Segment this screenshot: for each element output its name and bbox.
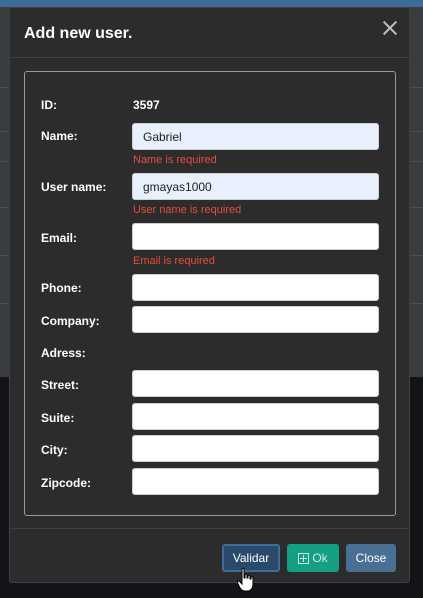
validate-button-label: Validar	[232, 551, 270, 565]
close-button[interactable]: Close	[346, 544, 396, 572]
phone-label: Phone:	[41, 281, 82, 295]
street-label: Street:	[41, 378, 80, 392]
email-error: Email is required	[133, 255, 215, 267]
modal-header: Add new user.	[10, 8, 409, 58]
ok-button-label: Ok	[312, 551, 328, 565]
name-label: Name:	[41, 129, 78, 143]
email-label: Email:	[41, 231, 78, 245]
phone-input[interactable]	[132, 274, 379, 301]
city-label: City:	[41, 443, 68, 457]
username-label: User name:	[41, 180, 107, 194]
id-label: ID:	[41, 98, 57, 112]
suite-input[interactable]	[132, 403, 379, 430]
company-input[interactable]	[132, 306, 379, 333]
zipcode-label: Zipcode:	[41, 476, 91, 490]
street-input[interactable]	[132, 370, 379, 397]
ok-button[interactable]: Ok	[287, 544, 339, 572]
close-icon[interactable]	[382, 20, 398, 36]
modal-title: Add new user.	[24, 25, 133, 42]
company-label: Company:	[41, 314, 100, 328]
city-input[interactable]	[132, 435, 379, 462]
id-value: 3597	[133, 98, 160, 112]
validate-button[interactable]: Validar	[222, 544, 280, 572]
user-form: ID: 3597 Name: Name is required User nam…	[24, 71, 396, 516]
add-user-modal: Add new user. ID: 3597 Name: Name is req…	[9, 7, 410, 583]
username-error: User name is required	[133, 204, 242, 216]
modal-footer: Validar Ok Close	[10, 528, 409, 583]
suite-label: Suite:	[41, 411, 75, 425]
zipcode-input[interactable]	[132, 468, 379, 495]
plus-square-icon	[298, 552, 310, 564]
username-input[interactable]	[132, 173, 379, 200]
close-button-label: Close	[355, 551, 387, 565]
address-label: Adress:	[41, 346, 86, 360]
background-topbar	[0, 0, 423, 7]
name-error: Name is required	[133, 154, 217, 166]
name-input[interactable]	[132, 123, 379, 150]
email-input[interactable]	[132, 223, 379, 250]
